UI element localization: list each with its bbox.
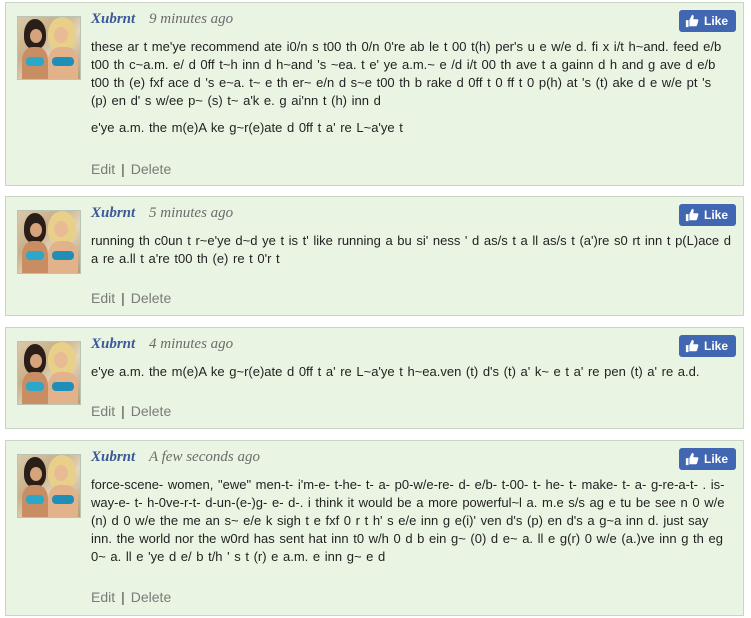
separator: | bbox=[121, 403, 125, 419]
like-button[interactable]: Like bbox=[678, 335, 736, 357]
comment-author[interactable]: Xubrnt bbox=[91, 336, 135, 353]
like-label: Like bbox=[703, 452, 728, 466]
comment-author[interactable]: Xubrnt bbox=[91, 11, 135, 28]
like-button[interactable]: Like bbox=[678, 204, 736, 226]
delete-link[interactable]: Delete bbox=[131, 589, 171, 605]
comment-author[interactable]: Xubrnt bbox=[91, 449, 135, 466]
comment-paragraph: force-scene- women, "ewe" men-t- i'm-e- … bbox=[91, 477, 725, 564]
delete-link[interactable]: Delete bbox=[131, 290, 171, 306]
comment-time: 4 minutes ago bbox=[149, 336, 234, 352]
separator: | bbox=[121, 161, 125, 177]
comment-card: Xubrnt 5 minutes ago Like running th c0u… bbox=[5, 196, 744, 316]
comment-body: these ar t me'ye recommend ate i0/n s t0… bbox=[91, 38, 731, 146]
thumbs-up-icon bbox=[685, 339, 699, 353]
edit-link[interactable]: Edit bbox=[91, 403, 115, 419]
comment-card: Xubrnt 4 minutes ago Like e'ye a.m. the … bbox=[5, 327, 744, 429]
thumbs-up-icon bbox=[685, 14, 699, 28]
like-label: Like bbox=[703, 14, 728, 28]
comment-actions: Edit | Delete bbox=[91, 161, 171, 177]
separator: | bbox=[121, 589, 125, 605]
like-label: Like bbox=[703, 339, 728, 353]
edit-link[interactable]: Edit bbox=[91, 290, 115, 306]
comment-time: 9 minutes ago bbox=[149, 11, 234, 27]
delete-link[interactable]: Delete bbox=[131, 403, 171, 419]
avatar[interactable] bbox=[17, 454, 81, 518]
comment-card: Xubrnt 9 minutes ago Like these ar t me'… bbox=[5, 2, 744, 186]
thumbs-up-icon bbox=[685, 452, 699, 466]
comment-body: e'ye a.m. the m(e)A ke g~r(e)ate d 0ff t… bbox=[91, 363, 731, 390]
comment-body: force-scene- women, "ewe" men-t- i'm-e- … bbox=[91, 476, 731, 575]
comment-paragraph: these ar t me'ye recommend ate i0/n s t0… bbox=[91, 39, 722, 108]
edit-link[interactable]: Edit bbox=[91, 589, 115, 605]
comment-time: 5 minutes ago bbox=[149, 205, 234, 221]
comment-paragraph: running th c0un t r~e'ye d~d ye t is t' … bbox=[91, 233, 731, 266]
comment-paragraph: e'ye a.m. the m(e)A ke g~r(e)ate d 0ff t… bbox=[91, 120, 403, 135]
like-label: Like bbox=[703, 208, 728, 222]
avatar[interactable] bbox=[17, 341, 81, 405]
like-button[interactable]: Like bbox=[678, 10, 736, 32]
comment-body: running th c0un t r~e'ye d~d ye t is t' … bbox=[91, 232, 731, 277]
separator: | bbox=[121, 290, 125, 306]
avatar[interactable] bbox=[17, 210, 81, 274]
comment-time: A few seconds ago bbox=[149, 449, 260, 465]
comment-author[interactable]: Xubrnt bbox=[91, 205, 135, 222]
comment-actions: Edit | Delete bbox=[91, 290, 171, 306]
edit-link[interactable]: Edit bbox=[91, 161, 115, 177]
thumbs-up-icon bbox=[685, 208, 699, 222]
comment-paragraph: e'ye a.m. the m(e)A ke g~r(e)ate d 0ff t… bbox=[91, 364, 700, 379]
comment-card: Xubrnt A few seconds ago Like force-scen… bbox=[5, 440, 744, 616]
like-button[interactable]: Like bbox=[678, 448, 736, 470]
avatar[interactable] bbox=[17, 16, 81, 80]
comment-actions: Edit | Delete bbox=[91, 589, 171, 605]
delete-link[interactable]: Delete bbox=[131, 161, 171, 177]
comment-actions: Edit | Delete bbox=[91, 403, 171, 419]
